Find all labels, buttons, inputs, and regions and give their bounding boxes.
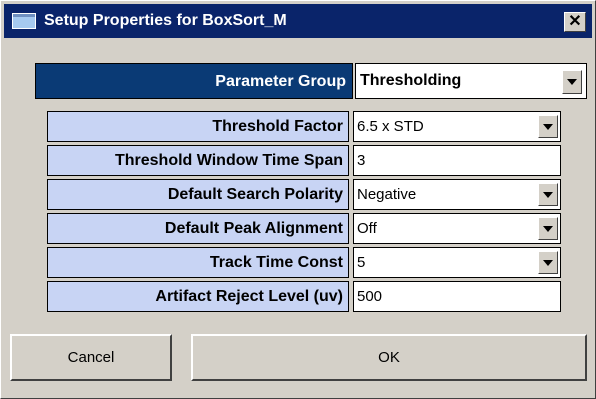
window-title: Setup Properties for BoxSort_M [44, 12, 287, 29]
parameter-group-label: Parameter Group [35, 63, 353, 99]
default-search-polarity-dropdown-button[interactable] [538, 183, 558, 206]
close-icon: ✕ [568, 13, 582, 30]
param-value: 6.5 x STD [357, 118, 424, 135]
param-value: 3 [357, 152, 366, 169]
title-bar[interactable]: Setup Properties for BoxSort_M ✕ [4, 4, 592, 38]
chevron-down-icon [543, 192, 553, 198]
param-label: Default Peak Alignment [47, 213, 349, 244]
param-row-threshold-window-time-span: Threshold Window Time Span 3 [47, 145, 561, 176]
param-row-artifact-reject-level: Artifact Reject Level (uv) 500 [47, 281, 561, 312]
setup-properties-dialog: Setup Properties for BoxSort_M ✕ Paramet… [0, 0, 596, 399]
param-value: 500 [357, 288, 383, 305]
threshold-window-time-span-input[interactable]: 3 [353, 145, 561, 176]
track-time-const-dropdown-button[interactable] [538, 251, 558, 274]
param-row-threshold-factor: Threshold Factor 6.5 x STD [47, 111, 561, 142]
parameter-group-select[interactable]: Thresholding [355, 63, 587, 99]
chevron-down-icon [543, 124, 553, 130]
default-peak-alignment-select[interactable]: Off [353, 213, 561, 244]
parameter-group-dropdown-button[interactable] [562, 70, 582, 94]
parameter-group-value: Thresholding [360, 72, 462, 89]
param-value: Off [357, 220, 377, 237]
window-icon [12, 13, 36, 29]
threshold-factor-dropdown-button[interactable] [538, 115, 558, 138]
param-label: Default Search Polarity [47, 179, 349, 210]
chevron-down-icon [543, 260, 553, 266]
close-button[interactable]: ✕ [564, 12, 586, 32]
default-peak-alignment-dropdown-button[interactable] [538, 217, 558, 240]
param-value: 5 [357, 254, 366, 271]
param-row-default-search-polarity: Default Search Polarity Negative [47, 179, 561, 210]
track-time-const-select[interactable]: 5 [353, 247, 561, 278]
parameter-group-row: Parameter Group Thresholding [35, 63, 587, 99]
param-label: Threshold Factor [47, 111, 349, 142]
default-search-polarity-select[interactable]: Negative [353, 179, 561, 210]
param-row-default-peak-alignment: Default Peak Alignment Off [47, 213, 561, 244]
cancel-button[interactable]: Cancel [10, 334, 172, 381]
param-label: Track Time Const [47, 247, 349, 278]
param-label: Threshold Window Time Span [47, 145, 349, 176]
param-row-track-time-const: Track Time Const 5 [47, 247, 561, 278]
ok-button[interactable]: OK [191, 334, 587, 381]
param-label: Artifact Reject Level (uv) [47, 281, 349, 312]
threshold-factor-select[interactable]: 6.5 x STD [353, 111, 561, 142]
chevron-down-icon [567, 79, 577, 85]
param-value: Negative [357, 186, 417, 203]
parameters-table: Threshold Factor 6.5 x STD Threshold Win… [47, 108, 561, 316]
chevron-down-icon [543, 226, 553, 232]
artifact-reject-level-input[interactable]: 500 [353, 281, 561, 312]
